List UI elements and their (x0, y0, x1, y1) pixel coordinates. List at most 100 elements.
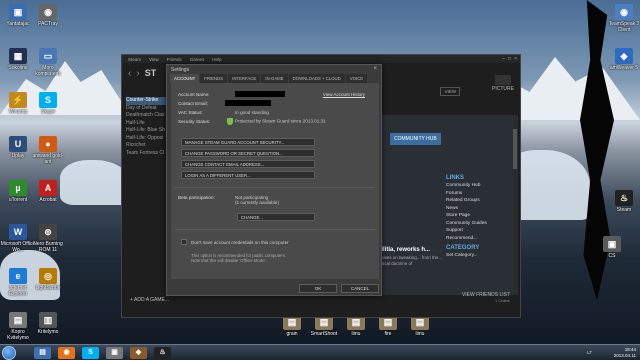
desktop-shortcut-label: PACTray (38, 21, 58, 27)
beta-available-value: (1 currently available) (235, 200, 279, 205)
desktop-shortcut[interactable]: ◉ TeamSpeak 3 Client (606, 4, 640, 33)
link-community-hub[interactable]: Community Hub (446, 182, 516, 190)
desktop-shortcut[interactable]: ⊚ Nero Burning ROM 11 (30, 224, 66, 253)
link-related-groups[interactable]: Related Groups (446, 197, 516, 205)
maximize-icon[interactable]: □ (508, 56, 511, 62)
link-store-page[interactable]: Store Page (446, 212, 516, 220)
change-beta-button[interactable]: CHANGE... (237, 213, 315, 221)
computer-icon: ▭ (39, 48, 57, 64)
beta-participation-label: Beta participation: (178, 195, 215, 200)
profile-picture-label[interactable]: PICTURE (492, 75, 514, 92)
security-status-label: Security Status: (178, 119, 211, 124)
library-item[interactable]: Half-Life (126, 120, 168, 128)
desktop-shortcut[interactable]: ▥ Kritelymo (30, 312, 66, 335)
contact-email-label: Contact Email: (178, 101, 208, 106)
app-icon[interactable]: ▣ (106, 347, 123, 359)
app-icon: ◎ (39, 268, 57, 284)
start-button[interactable] (2, 346, 16, 360)
view-friends-list-button[interactable]: VIEW FRIENDS LIST 1 Online (462, 292, 510, 303)
app-icon[interactable]: ◆ (130, 347, 147, 359)
category-title: CATEGORY (446, 245, 480, 251)
desktop-shortcut-label: liiriu (351, 331, 361, 337)
library-item[interactable]: Team Fortress Cl (126, 150, 168, 158)
link-community-guides[interactable]: Community Guides (446, 220, 516, 228)
library-item[interactable]: Counter-Strike (126, 97, 168, 105)
community-hub-button[interactable]: COMMUNITY HUB (390, 133, 441, 145)
divider (175, 187, 375, 188)
menu-friends[interactable]: Friends (167, 57, 182, 62)
close-icon[interactable]: × (373, 66, 377, 72)
desktop-shortcut[interactable]: ◎ LightScribe (30, 268, 66, 291)
forward-arrow-icon[interactable]: › (136, 68, 139, 79)
news-panel: militia, reworks h... focuses on tweakin… (376, 247, 446, 267)
view-account-history-link[interactable]: View Account History (323, 92, 365, 97)
library-item[interactable]: Day of Defeat (126, 105, 168, 113)
clock[interactable]: 18:44 2013.04.11 (614, 347, 636, 358)
app-icon: ◆ (615, 48, 633, 64)
view-button[interactable]: VIEW (440, 87, 460, 96)
links-panel: LINKS Community Hub Forums Related Group… (446, 175, 516, 260)
desktop-shortcut[interactable]: A Acrobat (30, 180, 66, 203)
back-arrow-icon[interactable]: ‹ (128, 68, 131, 79)
add-game-button[interactable]: + ADD A GAME... (130, 297, 169, 303)
change-email-button[interactable]: CHANGE CONTACT EMAIL ADDRESS... (181, 160, 315, 168)
winamp-icon: ⚡ (9, 92, 27, 108)
desktop-shortcut[interactable]: ▭ Moro kompiuteris (30, 48, 66, 77)
desktop-shortcut[interactable]: ◉ PACTray (30, 4, 66, 27)
set-category-link[interactable]: Set Category... (446, 252, 516, 260)
teamspeak-icon: ◉ (615, 4, 633, 20)
menu-steam[interactable]: Steam (128, 57, 141, 62)
desktop-shortcut-label: liiriu (415, 331, 425, 337)
tab-interface[interactable]: INTERFACE (228, 74, 261, 83)
vac-status-label: VAC Status: (178, 110, 203, 115)
link-news[interactable]: News (446, 205, 516, 213)
game-icon: ▣ (603, 236, 621, 252)
library-item[interactable]: Half-Life: Opposi (126, 135, 168, 143)
steam-icon[interactable]: ♨ (154, 347, 171, 359)
desktop-shortcut-label: amWeaver 5 (609, 65, 639, 71)
scrollbar-thumb[interactable] (513, 129, 517, 169)
menu-games[interactable]: Games (190, 57, 205, 62)
dont-save-credentials-checkbox[interactable] (181, 239, 187, 245)
desktop-shortcut[interactable]: ● aniwand gold-ant (30, 136, 66, 165)
news-title[interactable]: militia, reworks h... (376, 247, 446, 253)
explorer-icon[interactable]: ▤ (34, 347, 51, 359)
manage-steam-guard-button[interactable]: MANAGE STEAM GUARD ACCOUNT SECURITY... (181, 138, 315, 146)
content-scrollbar[interactable] (513, 115, 517, 295)
tab-downloads-cloud[interactable]: DOWNLOADS + CLOUD (288, 74, 345, 83)
library-item[interactable]: Ricochet (126, 142, 168, 150)
tab-voice[interactable]: VOICE (345, 74, 368, 83)
tab-account[interactable]: ACCOUNT (170, 74, 200, 83)
tab-friends[interactable]: FRIENDS (200, 74, 228, 83)
ok-button[interactable]: OK (299, 284, 337, 293)
desktop-shortcut-label: Steam (616, 207, 632, 213)
app-icon: ▤ (9, 312, 27, 328)
menu-view[interactable]: View (149, 57, 159, 62)
cancel-button[interactable]: CANCEL (341, 284, 379, 293)
steam-icon: ♨ (615, 190, 633, 206)
minimize-icon[interactable]: – (502, 56, 505, 62)
login-different-user-button[interactable]: LOGIN AS A DIFFERENT USER... (181, 171, 315, 179)
skype-icon[interactable]: S (82, 347, 99, 359)
desktop-shortcut[interactable]: S Skype (30, 92, 66, 115)
link-forums[interactable]: Forums (446, 190, 516, 198)
tab-in-game[interactable]: IN-GAME (261, 74, 288, 83)
desktop-shortcut[interactable]: ♨ Steam (606, 190, 640, 213)
menu-help[interactable]: Help (212, 57, 221, 62)
desktop-shortcut[interactable]: ◆ amWeaver 5 (606, 48, 640, 71)
close-icon[interactable]: × (514, 56, 517, 62)
library-item[interactable]: Half-Life: Blue Sh (126, 127, 168, 135)
language-indicator[interactable]: LT (587, 350, 592, 355)
store-tab[interactable]: ST (145, 68, 157, 78)
firefox-icon[interactable]: ◉ (58, 347, 75, 359)
avatar (495, 75, 512, 85)
offline-mode-note: Note that this will disable 'Offline Mod… (191, 258, 267, 263)
desktop-shortcut-label: Acrobat (39, 197, 57, 203)
change-password-button[interactable]: CHANGE PASSWORD OR SECRET QUESTION... (181, 149, 315, 157)
library-item[interactable]: Deathmatch Clas (126, 112, 168, 120)
ie-icon: e (9, 268, 27, 284)
link-recommend[interactable]: Recommend... (446, 235, 516, 243)
link-support[interactable]: Support (446, 227, 516, 235)
desktop-shortcut[interactable]: ▣ CS (594, 236, 630, 259)
webcam-icon: ◉ (39, 4, 57, 20)
